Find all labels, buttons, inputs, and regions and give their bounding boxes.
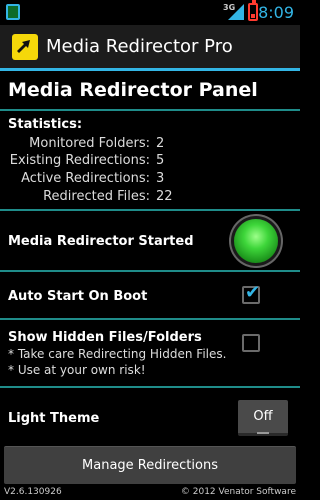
manage-redirections-button[interactable]: Manage Redirections: [4, 446, 296, 484]
hidden-files-note: * Use at your own risk!: [8, 363, 146, 377]
hidden-files-note: * Take care Redirecting Hidden Files.: [8, 347, 227, 361]
status-time: 8:09: [258, 3, 294, 22]
stat-label: Active Redirections:: [21, 171, 150, 186]
divider: [0, 209, 300, 211]
service-status-light[interactable]: [234, 219, 278, 263]
stat-value: 3: [156, 171, 165, 186]
stat-value: 2: [156, 136, 165, 151]
divider: [0, 386, 300, 388]
stat-row-monitored-folders: Monitored Folders: 2: [0, 136, 300, 152]
service-status-label: Media Redirector Started: [8, 234, 194, 249]
auto-start-label: Auto Start On Boot: [8, 289, 148, 304]
stat-label: Existing Redirections:: [9, 153, 150, 168]
stat-value: 22: [156, 189, 173, 204]
hidden-files-checkbox[interactable]: [242, 334, 260, 352]
checkmark-icon: ✔: [245, 282, 261, 303]
light-theme-label: Light Theme: [8, 411, 100, 426]
signal-icon: [228, 4, 244, 20]
stat-label: Redirected Files:: [43, 189, 150, 204]
stat-label: Monitored Folders:: [29, 136, 150, 151]
panel-title: Media Redirector Panel: [8, 79, 258, 101]
stat-row-active-redirections: Active Redirections: 3: [0, 171, 300, 187]
action-bar: Media Redirector Pro: [0, 25, 300, 71]
app-notification-icon: [6, 4, 20, 20]
stat-row-redirected-files: Redirected Files: 22: [0, 189, 300, 205]
stat-row-existing-redirections: Existing Redirections: 5: [0, 153, 300, 169]
divider: [0, 318, 300, 320]
statistics-title: Statistics:: [8, 117, 83, 132]
stat-value: 5: [156, 153, 165, 168]
divider: [0, 270, 300, 272]
copyright-label: © 2012 Venator Software: [180, 487, 296, 497]
hidden-files-label: Show Hidden Files/Folders: [8, 330, 202, 345]
divider: [0, 109, 300, 111]
app-title: Media Redirector Pro: [46, 36, 233, 57]
status-bar: 3G 8:09: [0, 0, 300, 25]
version-label: V2.6.130926: [4, 487, 62, 497]
battery-low-icon: [248, 0, 258, 21]
media-redirector-icon[interactable]: [12, 34, 38, 60]
auto-start-checkbox[interactable]: ✔: [242, 282, 261, 304]
light-theme-toggle[interactable]: Off: [238, 400, 288, 436]
